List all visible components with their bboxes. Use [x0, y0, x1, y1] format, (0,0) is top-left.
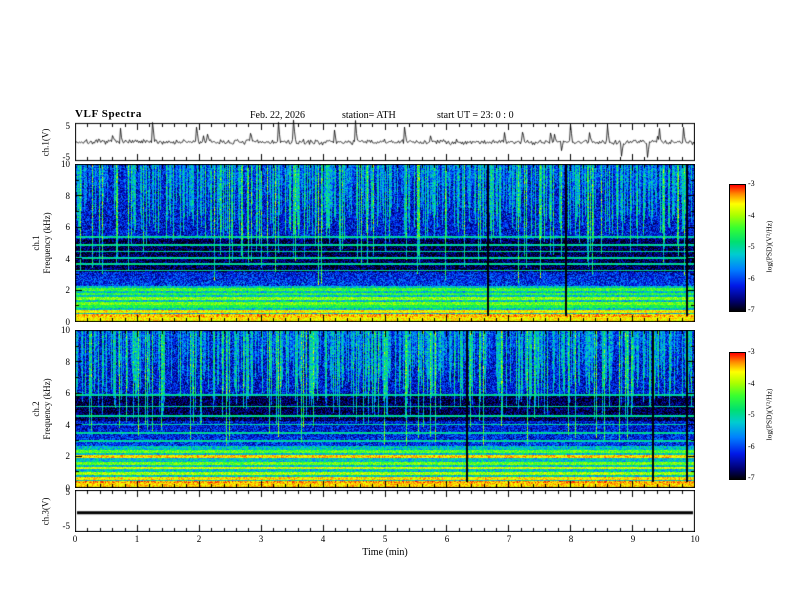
tick-label: -5 [748, 242, 755, 251]
tick-label: 5 [65, 121, 71, 131]
tick-label: 4 [65, 253, 71, 264]
tick-label: 1 [134, 534, 140, 544]
time-axis-label: Time (min) [362, 547, 408, 558]
tick-label: -5 [748, 410, 755, 419]
vlf-spectra-figure: VLF Spectra Feb. 22, 2026 station= ATH s… [0, 0, 792, 612]
tick-label: -3 [748, 179, 755, 188]
tick-label: 9 [630, 534, 636, 544]
tick-label: 8 [568, 534, 574, 544]
tick-label: 5 [65, 487, 71, 497]
tick-label: -3 [748, 347, 755, 356]
ch1-channel-label-text: ch.1 [31, 235, 41, 251]
tick-label: -4 [748, 210, 755, 220]
tick-label: 7 [506, 534, 512, 544]
colorbar-ch1-label-text: log(PSD)(V²/Hz) [764, 220, 774, 273]
tick-label: 6 [65, 222, 71, 233]
colorbar-ch2 [729, 352, 746, 480]
tick-label: 5 [382, 534, 388, 544]
ch1-spectrogram-panel [75, 164, 695, 322]
colorbar-ch1 [729, 184, 746, 312]
tick-label: -7 [748, 473, 755, 482]
tick-label: -5 [62, 152, 71, 162]
tick-label: 4 [65, 419, 71, 430]
tick-label: -4 [748, 378, 755, 388]
tick-label: -7 [748, 305, 755, 314]
tick-label: 2 [196, 534, 202, 544]
colorbar-ch1-label: log(PSD)(V²/Hz) [765, 202, 774, 292]
ch3-waveform-panel [75, 490, 695, 532]
ch1-waveform-panel [75, 109, 695, 168]
tick-label: 10 [61, 325, 70, 335]
tick-label: -6 [748, 441, 755, 451]
ch2-spectrogram-panel [75, 330, 695, 488]
tick-label: 6 [444, 534, 450, 544]
ch3-voltage-axis-label-text: ch.3(V) [40, 497, 51, 526]
ch2-channel-label-text: ch.2 [31, 401, 41, 417]
tick-label: 6 [65, 388, 71, 399]
tick-label: 0 [72, 534, 78, 544]
tick-label: 2 [65, 285, 71, 296]
tick-label: -6 [748, 273, 755, 283]
tick-label: 10 [690, 534, 700, 544]
ch1-voltage-axis-label-text: ch.1(V) [40, 128, 51, 157]
tick-label: 8 [65, 190, 71, 201]
tick-label: 2 [65, 451, 71, 462]
tick-label: 4 [320, 534, 326, 544]
colorbar-ch2-label: log(PSD)(V²/Hz) [765, 370, 774, 460]
tick-label: 3 [258, 534, 264, 544]
tick-label: -5 [62, 521, 71, 531]
tick-label: 8 [65, 356, 71, 367]
colorbar-ch2-label-text: log(PSD)(V²/Hz) [764, 388, 774, 441]
